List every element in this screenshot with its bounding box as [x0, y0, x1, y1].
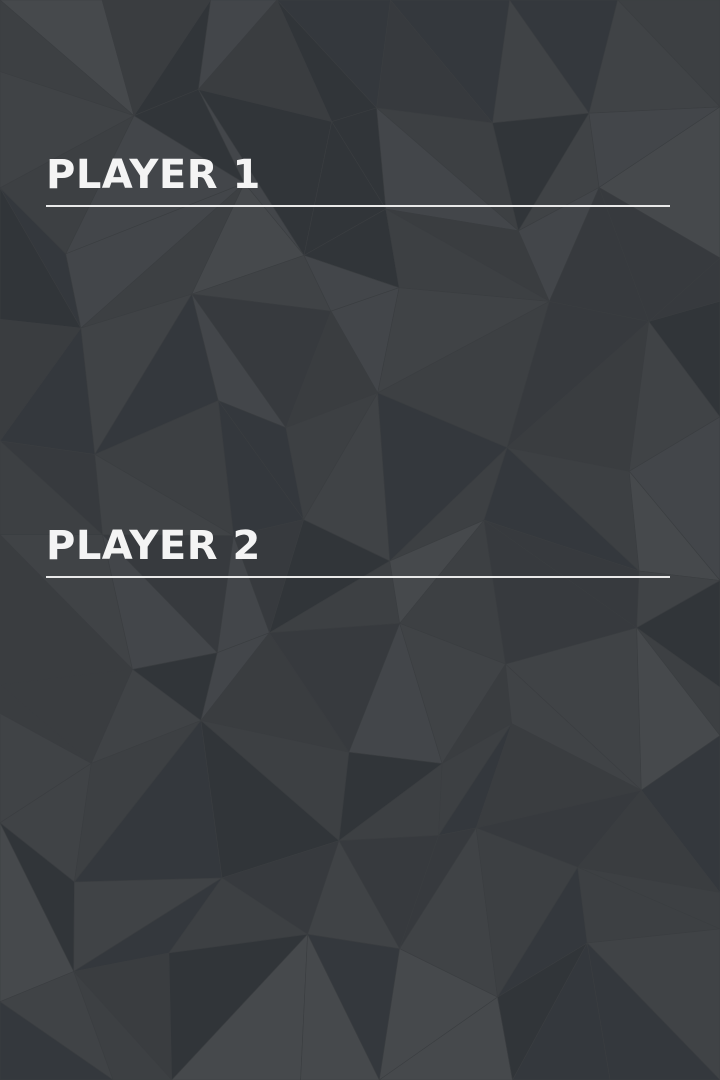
player-2-section: PLAYER 2 — [46, 521, 670, 878]
player-1-content-area — [46, 207, 670, 507]
player-2-content-area — [46, 578, 670, 878]
player-1-title: PLAYER 1 — [46, 152, 261, 198]
player-1-section: PLAYER 1 — [46, 150, 670, 507]
player-2-title: PLAYER 2 — [46, 523, 261, 569]
